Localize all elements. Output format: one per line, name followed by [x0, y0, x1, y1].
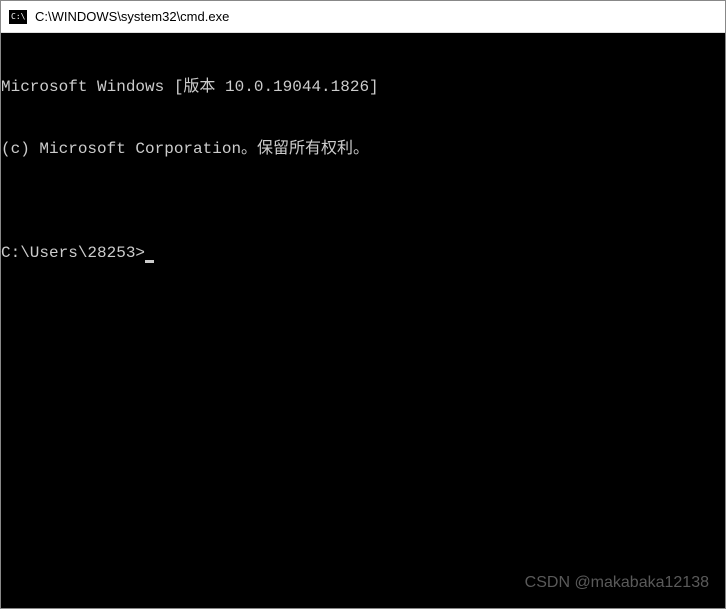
cmd-window: C:\ C:\WINDOWS\system32\cmd.exe Microsof… [0, 0, 726, 609]
terminal-line-copyright: (c) Microsoft Corporation。保留所有权利。 [1, 139, 725, 160]
cursor-icon [145, 260, 154, 263]
cmd-icon: C:\ [9, 10, 27, 24]
terminal-prompt-line: C:\Users\28253> [1, 243, 725, 264]
watermark-text: CSDN @makabaka12138 [525, 573, 709, 594]
terminal-area[interactable]: Microsoft Windows [版本 10.0.19044.1826] (… [1, 33, 725, 608]
terminal-prompt: C:\Users\28253> [1, 244, 145, 262]
cmd-icon-label: C:\ [11, 13, 25, 21]
terminal-line-version: Microsoft Windows [版本 10.0.19044.1826] [1, 77, 725, 98]
window-title: C:\WINDOWS\system32\cmd.exe [35, 9, 229, 24]
titlebar[interactable]: C:\ C:\WINDOWS\system32\cmd.exe [1, 1, 725, 33]
